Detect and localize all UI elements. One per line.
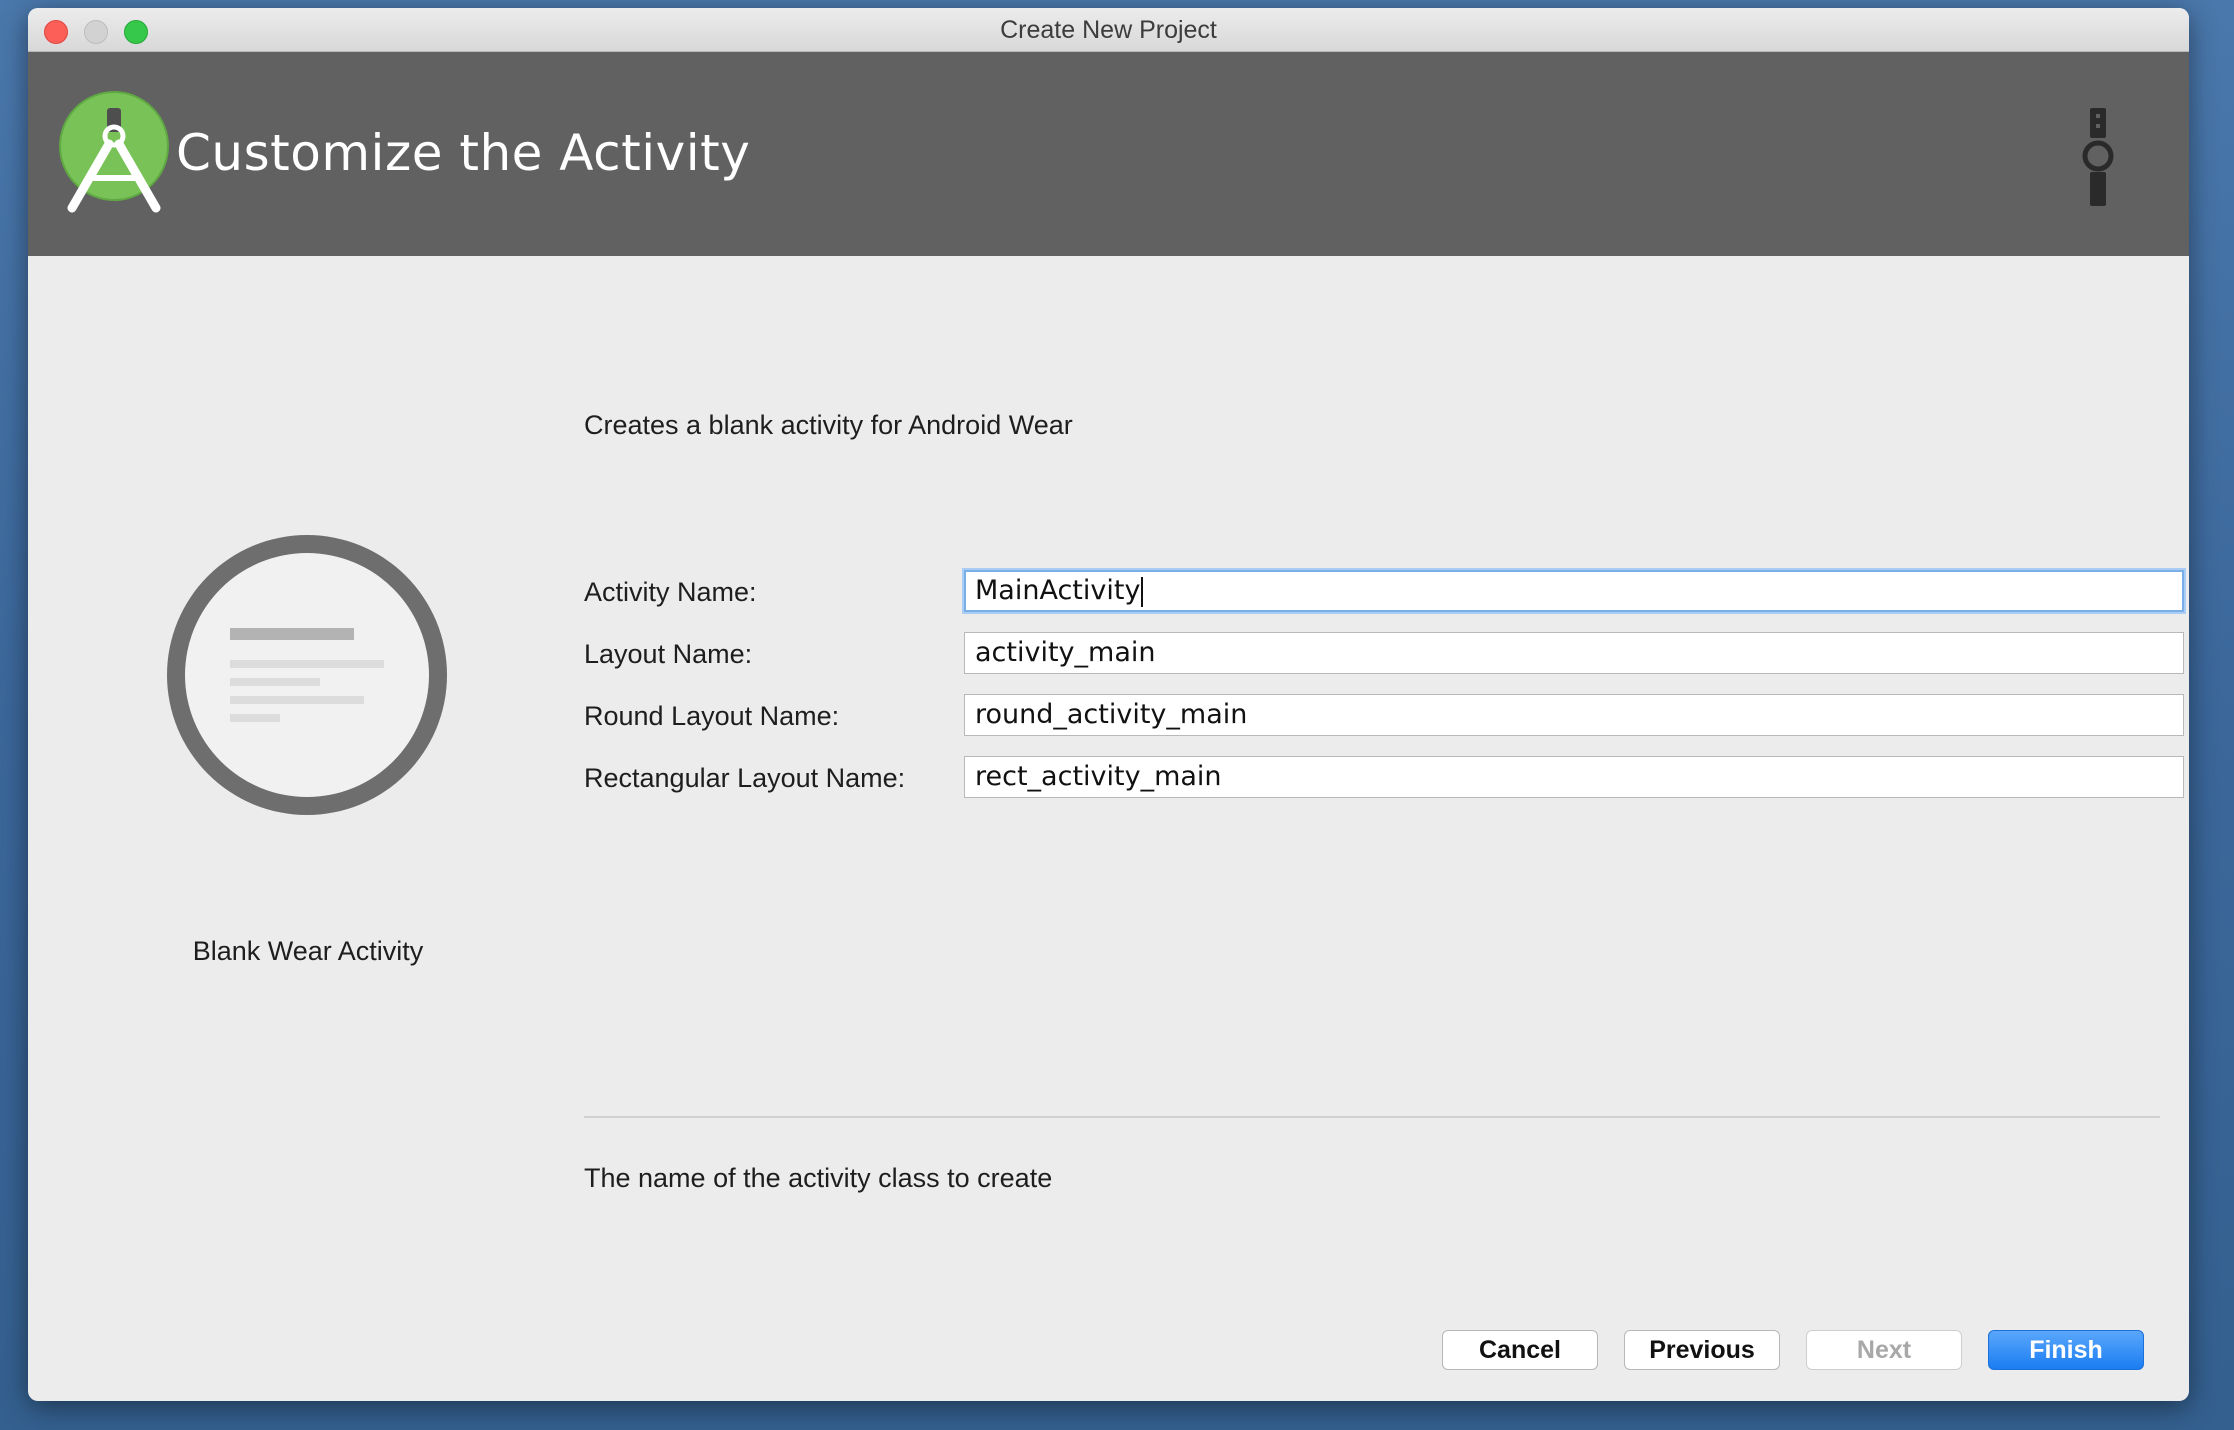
text-caret bbox=[1141, 576, 1144, 607]
layout-name-field[interactable]: activity_main bbox=[964, 632, 2184, 674]
activity-name-value: MainActivity bbox=[975, 575, 1141, 606]
rect-layout-name-label: Rectangular Layout Name: bbox=[584, 763, 906, 793]
activity-name-label: Activity Name: bbox=[584, 577, 757, 607]
desktop-background: Create New Project Customize the Activit… bbox=[0, 0, 2234, 1430]
help-divider bbox=[584, 1116, 2160, 1118]
activity-name-row: Activity Name: MainActivity bbox=[584, 570, 2189, 614]
wear-watch-icon bbox=[2082, 108, 2114, 206]
layout-name-row: Layout Name: activity_main bbox=[584, 632, 2189, 676]
previous-button[interactable]: Previous bbox=[1624, 1330, 1780, 1370]
cancel-button[interactable]: Cancel bbox=[1442, 1330, 1598, 1370]
android-studio-icon bbox=[59, 91, 169, 213]
blank-wear-activity-thumbnail bbox=[167, 535, 447, 815]
window-title: Create New Project bbox=[1000, 16, 1217, 44]
template-name-label: Blank Wear Activity bbox=[192, 936, 424, 966]
create-project-dialog: Create New Project Customize the Activit… bbox=[28, 8, 2189, 1401]
page-title: Customize the Activity bbox=[176, 124, 751, 182]
title-bar: Create New Project bbox=[28, 8, 2189, 52]
round-layout-name-label: Round Layout Name: bbox=[584, 701, 840, 731]
template-preview-pane: Blank Wear Activity bbox=[28, 256, 588, 1401]
layout-name-label: Layout Name: bbox=[584, 639, 753, 669]
finish-button[interactable]: Finish bbox=[1988, 1330, 2144, 1370]
rect-layout-name-field[interactable]: rect_activity_main bbox=[964, 756, 2184, 798]
field-help-text: The name of the activity class to create bbox=[584, 1163, 1053, 1193]
wizard-header: Customize the Activity bbox=[28, 52, 2189, 256]
round-layout-name-row: Round Layout Name: round_activity_main bbox=[584, 694, 2189, 738]
next-button[interactable]: Next bbox=[1806, 1330, 1962, 1370]
template-description: Creates a blank activity for Android Wea… bbox=[584, 410, 1073, 440]
activity-name-field[interactable]: MainActivity bbox=[964, 570, 2184, 612]
rect-layout-name-row: Rectangular Layout Name: rect_activity_m… bbox=[584, 756, 2189, 800]
round-layout-name-field[interactable]: round_activity_main bbox=[964, 694, 2184, 736]
